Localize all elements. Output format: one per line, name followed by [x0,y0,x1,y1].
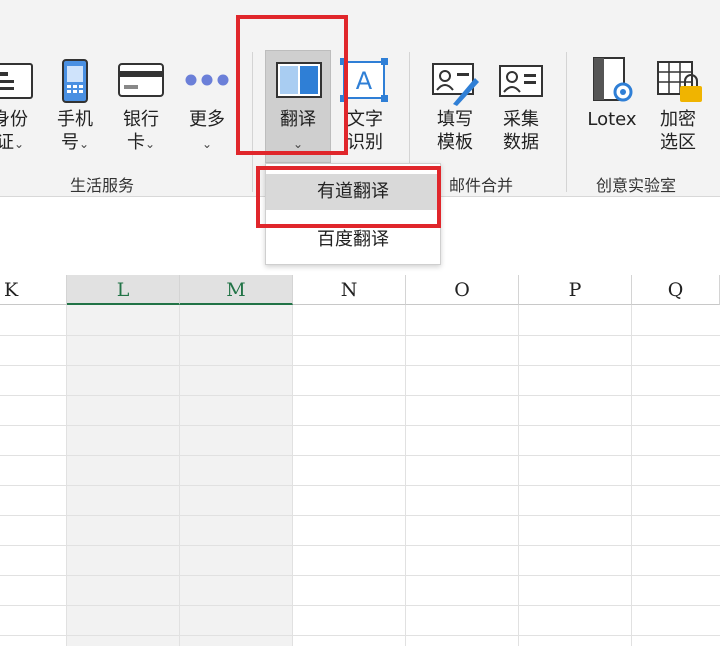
lotex-icon [592,56,638,108]
bank-card-label-2: 卡 [126,132,145,153]
id-card-button[interactable]: 身份 证⌄ [0,108,34,156]
group-separator [566,52,567,192]
chevron-down-icon: ⌄ [13,137,25,151]
lotex-label: Lotex [587,109,637,130]
more-label: 更多 [189,109,225,130]
grid-hline [0,395,720,396]
grid-hline [0,605,720,606]
encrypt-range-icon [656,56,704,108]
grid-hline [0,335,720,336]
grid-hline [0,425,720,426]
grid-hline [0,455,720,456]
grid-hline [0,515,720,516]
phone-label-2: 号 [60,132,79,153]
chevron-down-icon: ⌄ [201,137,213,151]
phone-button[interactable]: 手机 号⌄ [50,108,100,156]
grid-hline [0,485,720,486]
bank-card-button[interactable]: 银行 卡⌄ [115,108,167,156]
collect-data-label-2: 数据 [503,132,539,153]
column-header-m[interactable]: M [180,275,293,305]
column-header-l[interactable]: L [67,275,180,305]
chevron-down-icon: ⌄ [144,137,156,151]
grid-vline [405,305,406,646]
encrypt-label-2: 选区 [660,132,696,153]
selected-columns-area[interactable] [67,305,293,646]
grid-hline [0,575,720,576]
collect-data-button[interactable]: 采集 数据 [495,108,547,154]
grid-hline [0,635,720,636]
column-header-p[interactable]: P [519,275,632,305]
column-header-k[interactable]: K [0,275,67,305]
phone-icon [60,58,90,108]
fill-template-icon [431,60,481,110]
fill-template-label-2: 模板 [437,132,473,153]
grid-vline [66,305,67,646]
id-card-label-2: 证 [0,132,14,153]
group-label-life-services: 生活服务 [70,176,135,195]
svg-text:A: A [356,67,373,95]
grid-vline [179,305,180,646]
bank-card-icon [117,62,165,102]
id-card-icon [0,62,34,104]
column-header-o[interactable]: O [406,275,519,305]
fill-template-label-1: 填写 [437,109,473,130]
grid-vline [631,305,632,646]
more-button[interactable]: 更多 ⌄ [182,108,232,156]
more-dots-icon [184,72,230,91]
column-header-n[interactable]: N [293,275,406,305]
collect-data-label-1: 采集 [503,109,539,130]
annotation-box-translate [236,15,348,155]
group-label-creative-lab: 创意实验室 [596,176,677,195]
collect-data-icon [498,64,544,102]
chevron-down-icon: ⌄ [78,137,90,151]
grid-vline [292,305,293,646]
encrypt-range-button[interactable]: 加密 选区 [652,108,704,154]
lotex-button[interactable]: Lotex [582,108,642,131]
annotation-box-youdao [256,166,441,228]
fill-template-button[interactable]: 填写 模板 [430,108,480,154]
grid-vline [518,305,519,646]
bank-card-label-1: 银行 [123,109,159,130]
grid-hline [0,365,720,366]
phone-label-1: 手机 [57,109,93,130]
encrypt-label-1: 加密 [660,109,696,130]
grid-hline [0,545,720,546]
group-label-mail-merge: 邮件合并 [449,176,514,195]
id-card-label-1: 身份 [0,109,28,130]
column-header-q[interactable]: Q [632,275,720,305]
